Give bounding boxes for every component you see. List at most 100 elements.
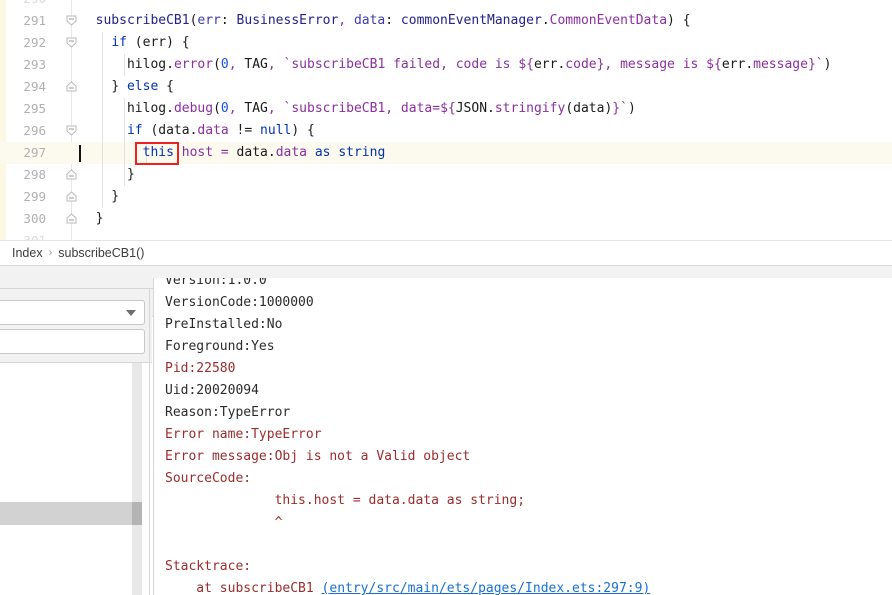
code-line[interactable]: 295 hilog.debug(0, TAG, `subscribeCB1, d…: [0, 98, 892, 120]
code-line[interactable]: 296 if (data.data != null) {: [0, 120, 892, 142]
code-token: error: [173, 57, 214, 72]
code-line[interactable]: 297 this.host = data.data as string: [0, 142, 892, 164]
code-token: }: [80, 189, 120, 204]
line-number: 298: [23, 167, 46, 182]
fold-expand-icon[interactable]: [66, 81, 77, 92]
sidebar-scrollbar-thumb[interactable]: [132, 502, 142, 525]
code-token: message: [753, 57, 808, 72]
code-token: ,: [267, 101, 276, 116]
fold-expand-icon[interactable]: [66, 191, 77, 202]
line-number: 293: [23, 57, 46, 72]
code-token: }, message is ${: [596, 57, 722, 72]
line-number: 290: [0, 0, 46, 10]
code-token: .: [166, 101, 174, 116]
breadcrumb-item-index[interactable]: Index: [6, 241, 49, 266]
line-number: 292: [23, 35, 46, 50]
fold-expand-icon[interactable]: [66, 213, 77, 224]
code-editor[interactable]: 290291 subscribeCB1(err: BusinessError, …: [0, 0, 892, 240]
fold-expand-icon[interactable]: [66, 169, 77, 180]
fold-collapse-icon[interactable]: [66, 15, 77, 26]
code-token: :: [220, 13, 237, 28]
code-token: ) {: [166, 35, 190, 50]
stacktrace-source-link[interactable]: (entry/src/main/ets/pages/Index.ets:297:…: [322, 581, 651, 595]
code-line-text: if (err) {: [80, 32, 190, 54]
code-token: host: [181, 145, 214, 160]
log-filter-sidebar[interactable]: [0, 289, 152, 595]
fold-collapse-icon[interactable]: [66, 37, 77, 48]
code-token: =: [220, 145, 229, 160]
code-line-text: hilog.error(0, TAG, `subscribeCB1 failed…: [80, 54, 831, 76]
code-line-text: }: [80, 164, 135, 186]
sidebar-scrollbar-track[interactable]: [132, 363, 142, 595]
code-line[interactable]: 294 } else {: [0, 76, 892, 98]
code-line-text: subscribeCB1(err: BusinessError, data: c…: [80, 10, 691, 32]
list-item-selected[interactable]: [0, 502, 140, 525]
code-line[interactable]: 300 }: [0, 208, 892, 230]
code-token: data: [275, 145, 308, 160]
log-line: SourceCode:: [165, 471, 252, 486]
app-window: 290291 subscribeCB1(err: BusinessError, …: [0, 0, 892, 595]
line-number: 291: [23, 13, 46, 28]
code-line[interactable]: 301: [0, 230, 892, 240]
code-token: as: [314, 145, 331, 160]
code-token: TAG: [236, 57, 268, 72]
code-line-text: }: [80, 186, 119, 208]
code-token: .: [541, 13, 550, 28]
code-token: debug: [173, 101, 214, 116]
log-line: ^: [165, 515, 283, 530]
code-token: .: [745, 57, 754, 72]
chevron-down-icon[interactable]: [126, 310, 136, 316]
code-token: ): [823, 57, 832, 72]
code-token: data: [197, 123, 229, 138]
code-line[interactable]: 298 }: [0, 164, 892, 186]
code-token: ,: [338, 13, 347, 28]
log-entry-list[interactable]: [0, 362, 152, 595]
code-token: ,: [228, 101, 237, 116]
code-line[interactable]: 299 }: [0, 186, 892, 208]
code-line[interactable]: 290: [0, 0, 892, 10]
code-token: ): [627, 101, 636, 116]
code-token: ) {: [291, 123, 315, 138]
code-token: (: [142, 123, 159, 138]
breadcrumb-item-method[interactable]: subscribeCB1(): [52, 241, 150, 266]
log-line: Error name:TypeError: [165, 427, 322, 442]
code-line-text: } else {: [80, 76, 174, 98]
code-token: 0: [220, 57, 229, 72]
log-line: Foreground:Yes: [165, 339, 275, 354]
code-token: hilog: [126, 101, 167, 116]
log-line: this.host = data.data as string;: [165, 493, 526, 508]
fold-collapse-icon[interactable]: [66, 125, 77, 136]
log-line-container: Version:1.0.0 VersionCode:1000000 PreInsta…: [165, 278, 650, 595]
code-token: this: [142, 145, 174, 160]
code-token: TAG: [236, 101, 268, 116]
code-token: stringify: [494, 101, 566, 116]
code-token: err: [533, 57, 558, 72]
code-line[interactable]: 292 if (err) {: [0, 32, 892, 54]
code-token: err: [197, 13, 221, 28]
log-line-text: at subscribeCB1: [165, 581, 322, 595]
breadcrumb[interactable]: Index › subscribeCB1(): [0, 240, 892, 265]
code-token: }: [80, 211, 104, 226]
crash-log-panel[interactable]: Version:1.0.0 VersionCode:1000000 PreInsta…: [153, 278, 892, 595]
code-line-text: this.host = data.data as string: [80, 142, 386, 164]
code-line-text: hilog.debug(0, TAG, `subscribeCB1, data=…: [80, 98, 636, 120]
process-select-dropdown[interactable]: [0, 300, 145, 325]
code-line[interactable]: 293 hilog.error(0, TAG, `subscribeCB1 fa…: [0, 54, 892, 76]
code-token: code: [565, 57, 597, 72]
code-token: 0: [220, 101, 229, 116]
filter-search-input[interactable]: [0, 329, 145, 354]
line-number: 294: [23, 79, 46, 94]
log-line: Pid:22580: [165, 361, 236, 376]
code-token: .: [487, 101, 495, 116]
code-token: err: [721, 57, 746, 72]
code-token: BusinessError: [236, 13, 339, 28]
code-line[interactable]: 291 subscribeCB1(err: BusinessError, dat…: [0, 10, 892, 32]
code-token: (: [126, 35, 143, 50]
code-token: ,: [267, 57, 276, 72]
code-token: }`: [612, 101, 628, 116]
